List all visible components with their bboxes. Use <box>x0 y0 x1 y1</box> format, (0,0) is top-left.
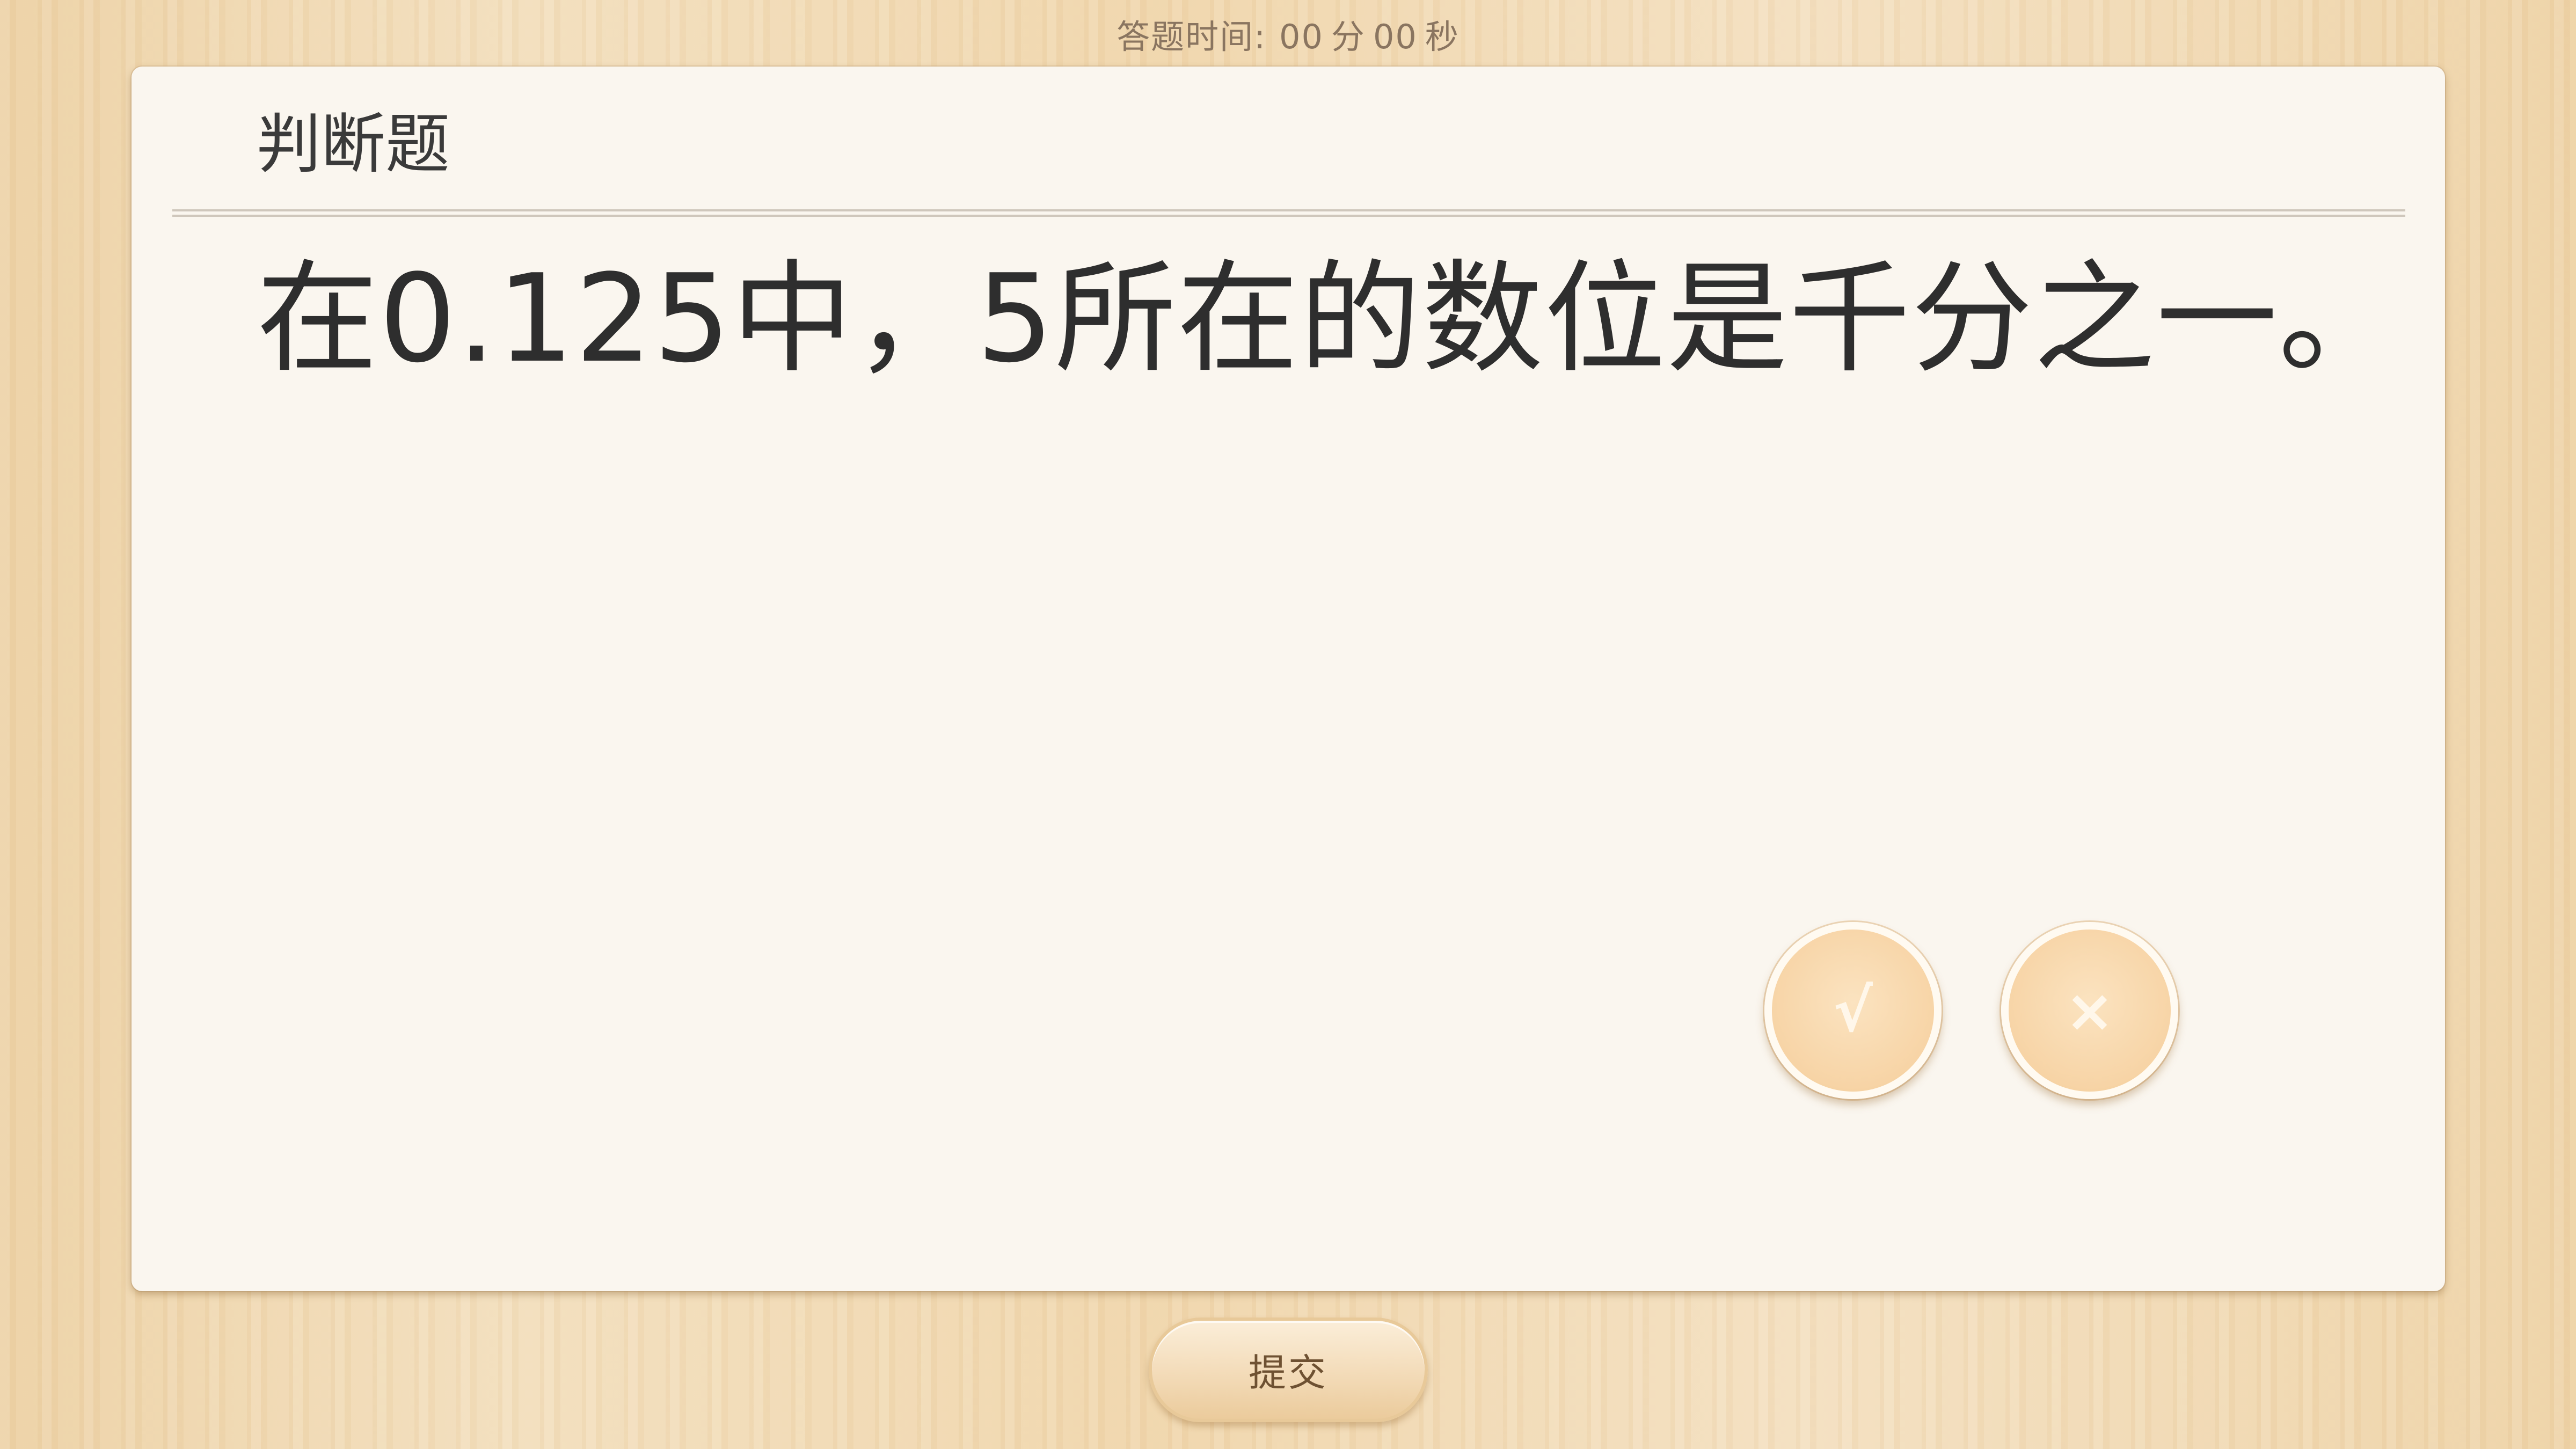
question-type-title: 判断题 <box>257 107 450 182</box>
submit-button-label: 提交 <box>1249 1351 1328 1395</box>
submit-button[interactable]: 提交 <box>1149 1318 1428 1422</box>
title-divider <box>172 209 2405 217</box>
timer-minutes-unit: 分 <box>1331 17 1366 56</box>
cross-icon: × <box>2064 976 2115 1045</box>
timer-seconds-unit: 秒 <box>1425 17 1460 56</box>
answer-false-button[interactable]: × <box>2001 922 2178 1099</box>
question-text: 在0.125中，5所在的数位是千分之一。 <box>257 248 2401 390</box>
answer-true-button[interactable]: √ <box>1764 922 1942 1099</box>
check-icon: √ <box>1833 976 1873 1045</box>
timer-minutes: 00 <box>1279 17 1324 56</box>
timer-seconds: 00 <box>1373 17 1418 56</box>
timer-label: 答题时间: <box>1116 17 1267 56</box>
answer-timer: 答题时间: 00 分 00 秒 <box>0 10 2576 58</box>
question-card: 判断题 在0.125中，5所在的数位是千分之一。 <box>132 67 2445 1291</box>
